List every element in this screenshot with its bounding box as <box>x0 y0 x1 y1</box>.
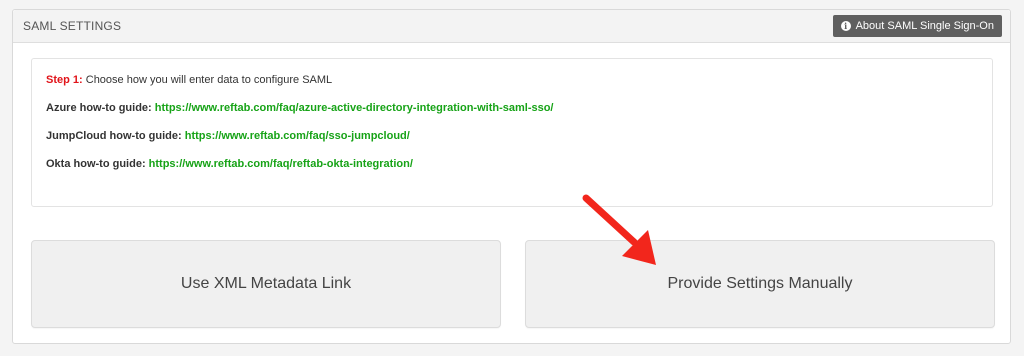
guide-row-jumpcloud: JumpCloud how-to guide: https://www.reft… <box>46 130 410 142</box>
about-saml-button[interactable]: i About SAML Single Sign-On <box>832 15 1002 37</box>
guide-label-okta: Okta how-to guide: <box>46 158 146 170</box>
panel-title: SAML SETTINGS <box>23 19 122 33</box>
provide-settings-manually-label: Provide Settings Manually <box>667 275 853 292</box>
guide-row-okta: Okta how-to guide: https://www.reftab.co… <box>46 158 413 170</box>
use-xml-metadata-link-label: Use XML Metadata Link <box>180 275 352 292</box>
guide-link-okta[interactable]: https://www.reftab.com/faq/reftab-okta-i… <box>149 158 413 170</box>
guide-label-jumpcloud: JumpCloud how-to guide: <box>46 130 182 142</box>
step-label: Step 1: <box>46 74 83 86</box>
step-instruction: Step 1: Choose how you will enter data t… <box>46 74 332 86</box>
panel-header: SAML SETTINGS i About SAML Single Sign-O… <box>13 10 1010 43</box>
saml-settings-panel: SAML SETTINGS i About SAML Single Sign-O… <box>12 9 1011 344</box>
info-circle-icon: i <box>840 21 851 31</box>
guide-label-azure: Azure how-to guide: <box>46 102 152 114</box>
guide-box: Step 1: Choose how you will enter data t… <box>31 58 993 207</box>
guide-link-azure[interactable]: https://www.reftab.com/faq/azure-active-… <box>155 102 554 114</box>
guide-link-jumpcloud[interactable]: https://www.reftab.com/faq/sso-jumpcloud… <box>185 130 410 142</box>
red-arrow-icon <box>582 194 656 265</box>
use-xml-metadata-link-button[interactable]: Use XML Metadata Link <box>31 240 501 328</box>
guide-row-azure: Azure how-to guide: https://www.reftab.c… <box>46 102 554 114</box>
step-text: Choose how you will enter data to config… <box>82 74 333 86</box>
about-saml-button-label: About SAML Single Sign-On <box>855 20 994 32</box>
